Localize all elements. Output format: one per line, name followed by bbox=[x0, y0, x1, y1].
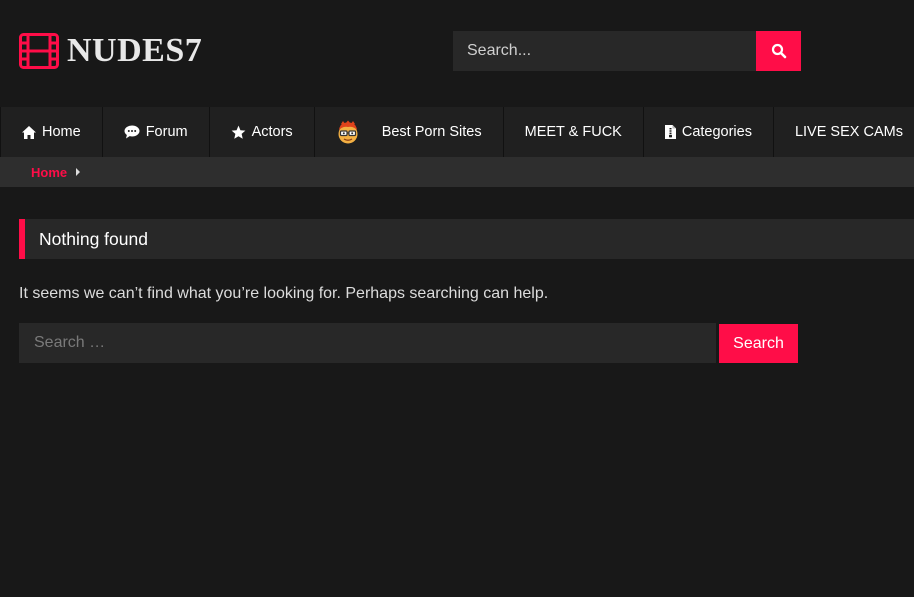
header-search-form bbox=[453, 31, 801, 71]
document-icon bbox=[664, 125, 676, 139]
nav-item-home[interactable]: Home bbox=[1, 107, 103, 157]
star-icon bbox=[231, 125, 246, 140]
header-search-button[interactable] bbox=[756, 31, 801, 71]
content-search-button[interactable]: Search bbox=[719, 324, 798, 363]
content-search-form: Search bbox=[19, 323, 798, 363]
content-search-input[interactable] bbox=[19, 323, 716, 363]
nav-item-label: Forum bbox=[145, 124, 188, 140]
nav-item-label: Actors bbox=[251, 124, 293, 140]
logo-text: NUDES7 bbox=[67, 32, 203, 69]
site-header: NUDES7 bbox=[0, 0, 914, 107]
breadcrumb: Home bbox=[0, 157, 914, 187]
nav-item-live-sex-cams[interactable]: LIVE SEX CAMs bbox=[774, 107, 914, 157]
chevron-right-icon bbox=[76, 168, 81, 176]
film-strip-icon bbox=[19, 33, 59, 69]
nav-item-label: MEET & FUCK bbox=[524, 124, 622, 140]
page-title-box: Nothing found bbox=[19, 219, 914, 259]
nerd-face-icon bbox=[336, 120, 360, 144]
nav-item-forum[interactable]: Forum bbox=[103, 107, 210, 157]
header-search-input[interactable] bbox=[453, 31, 756, 71]
nav-item-categories[interactable]: Categories bbox=[644, 107, 774, 157]
nav-item-meet-and-fuck[interactable]: MEET & FUCK bbox=[504, 107, 644, 157]
nav-item-label: LIVE SEX CAMs bbox=[794, 124, 903, 140]
main-nav: Home Forum Actors Best Porn Sites MEET &… bbox=[0, 107, 914, 157]
nav-item-best-porn-sites[interactable]: Best Porn Sites bbox=[315, 107, 504, 157]
comment-icon bbox=[124, 125, 140, 139]
nav-item-label: Categories bbox=[681, 124, 752, 140]
home-icon bbox=[22, 125, 36, 139]
site-logo[interactable]: NUDES7 bbox=[19, 31, 202, 71]
breadcrumb-home-link[interactable]: Home bbox=[31, 165, 67, 180]
search-icon bbox=[771, 43, 786, 59]
not-found-message: It seems we can’t find what you’re looki… bbox=[19, 285, 549, 302]
nav-item-actors[interactable]: Actors bbox=[210, 107, 315, 157]
nav-item-label: Best Porn Sites bbox=[381, 124, 482, 140]
nav-item-label: Home bbox=[42, 124, 81, 140]
page-title: Nothing found bbox=[39, 228, 148, 249]
